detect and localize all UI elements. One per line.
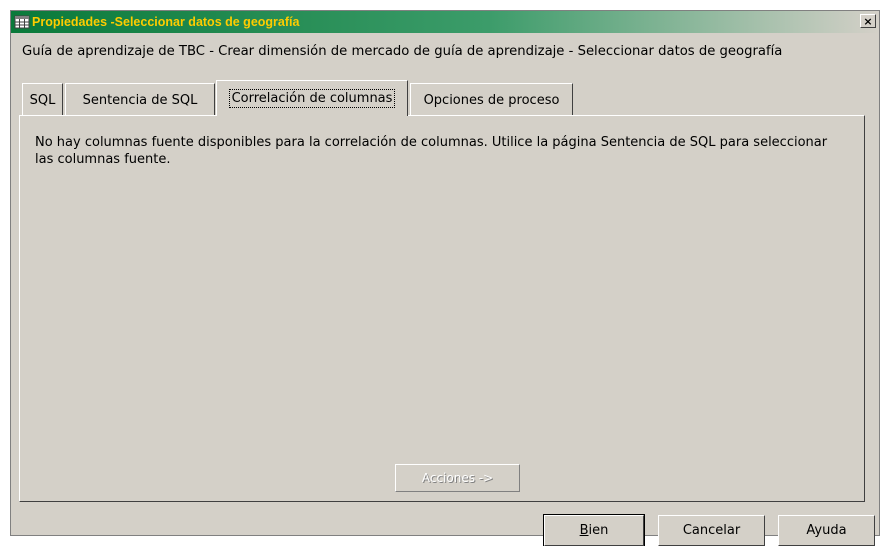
window-title: Propiedades -Seleccionar datos de geogra… bbox=[32, 15, 300, 29]
tab-sql-statement[interactable]: Sentencia de SQL bbox=[65, 83, 215, 116]
tab-sql[interactable]: SQL bbox=[22, 83, 63, 116]
tab-label: Correlación de columnas bbox=[228, 89, 396, 108]
close-icon: × bbox=[863, 14, 873, 28]
ok-mnemonic: B bbox=[579, 523, 589, 538]
empty-state-message: No hay columnas fuente disponibles para … bbox=[35, 135, 828, 167]
close-button[interactable]: × bbox=[860, 14, 876, 28]
actions-button[interactable]: Acciones -> bbox=[395, 464, 520, 492]
tab-label: Sentencia de SQL bbox=[82, 92, 198, 108]
tab-label: SQL bbox=[29, 92, 56, 108]
ok-button[interactable]: Bien bbox=[543, 514, 645, 546]
properties-dialog: Propiedades -Seleccionar datos de geogra… bbox=[10, 10, 880, 546]
title-bar[interactable]: Propiedades -Seleccionar datos de geogra… bbox=[11, 11, 879, 33]
table-icon bbox=[14, 14, 30, 30]
help-button[interactable]: Ayuda bbox=[778, 515, 875, 546]
tab-column-mapping[interactable]: Correlación de columnas bbox=[216, 80, 408, 116]
tab-panel: No hay columnas fuente disponibles para … bbox=[19, 115, 865, 502]
breadcrumb: Guía de aprendizaje de TBC - Crear dimen… bbox=[22, 44, 783, 59]
tab-processing-options[interactable]: Opciones de proceso bbox=[410, 83, 573, 116]
ok-label-rest: ien bbox=[588, 523, 609, 538]
cancel-button[interactable]: Cancelar bbox=[658, 515, 765, 546]
tab-label: Opciones de proceso bbox=[423, 92, 560, 108]
